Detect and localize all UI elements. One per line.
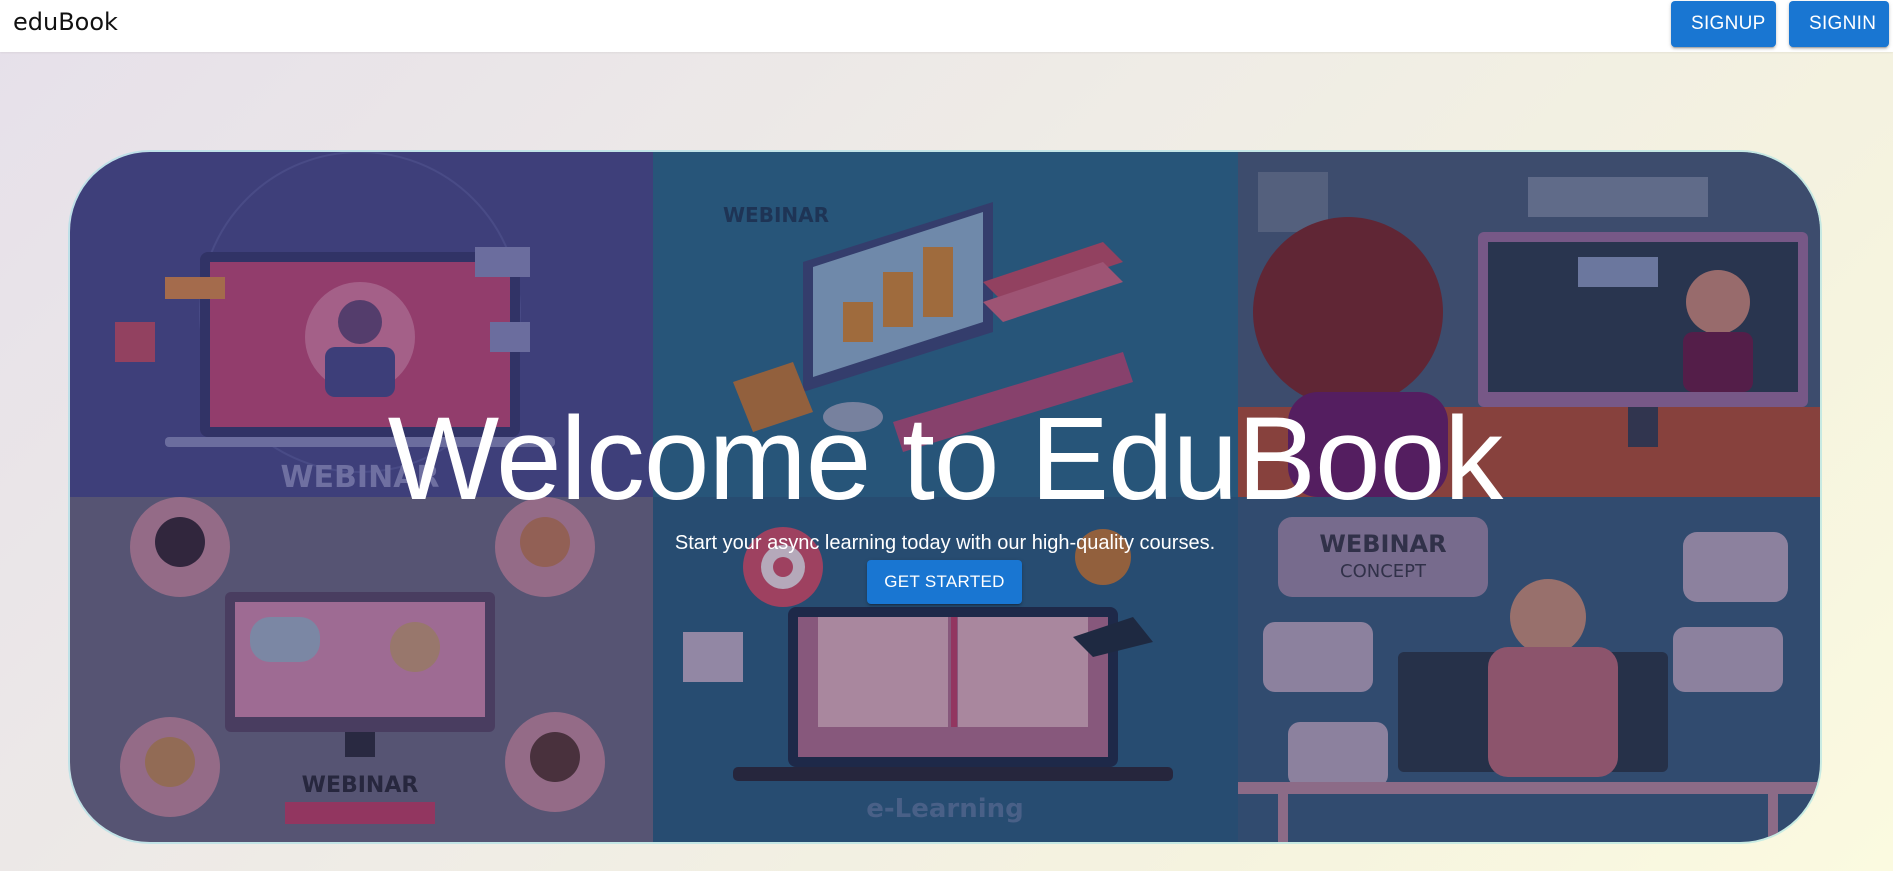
get-started-button[interactable]: GET STARTED	[867, 560, 1022, 604]
hero-banner: WEBINAR WEBINAR WEBINAR e-Learning WEBIN…	[70, 152, 1820, 842]
brand-logo-text[interactable]: eduBook	[13, 8, 118, 36]
top-app-bar: eduBook SIGNUP SIGNIN	[0, 0, 1893, 52]
hero-subtitle: Start your async learning today with our…	[674, 532, 1216, 554]
hero-title: Welcome to EduBook	[387, 393, 1504, 525]
signup-button[interactable]: SIGNUP	[1671, 1, 1776, 47]
signin-button[interactable]: SIGNIN	[1789, 1, 1889, 47]
auth-buttons: SIGNUP SIGNIN	[1671, 1, 1889, 47]
hero-content: Welcome to EduBook Start your async lear…	[70, 152, 1820, 842]
